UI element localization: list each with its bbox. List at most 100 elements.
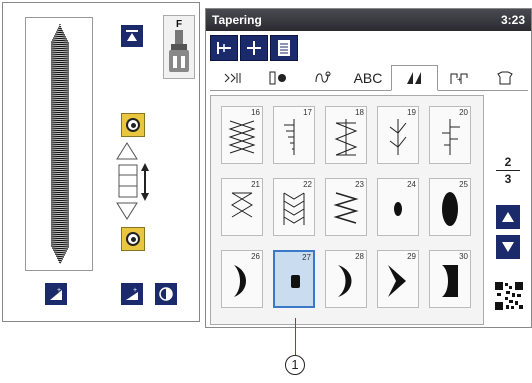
stitch-number: 29 (407, 252, 416, 261)
memo-button[interactable] (270, 35, 298, 61)
stitch-number: 30 (459, 252, 468, 261)
stitch-pattern-icon (334, 119, 358, 156)
tab-abc[interactable]: ABC (345, 65, 390, 91)
stitch-number: 24 (407, 180, 416, 189)
tapering-icon (407, 72, 422, 84)
tab-utility[interactable] (210, 65, 255, 91)
stitch-cell[interactable]: 23 (325, 178, 367, 236)
page-indicator: 2 3 (496, 155, 520, 186)
arrow-up-icon (502, 212, 514, 222)
stitch-cell[interactable]: 22 (273, 178, 315, 236)
stitch-pattern-icon (338, 265, 352, 297)
stitch-pattern-icon (283, 192, 305, 225)
stitch-cell[interactable]: 25 (429, 178, 471, 236)
stitch-length-button[interactable] (240, 35, 268, 61)
svg-text:+: + (457, 75, 462, 84)
stitch-cell[interactable]: 19 (377, 106, 419, 164)
decorative-stitch-icon (315, 71, 331, 83)
stitch-number: 25 (459, 180, 468, 189)
stitch-preview (25, 17, 93, 271)
combination-icon: + (450, 73, 468, 84)
stitch-pattern-icon (231, 192, 253, 218)
stitch-width-button[interactable] (210, 35, 238, 61)
taper-angle-start-button[interactable]: + (45, 283, 67, 305)
stitch-select-panel: Tapering 3:23 ABC + 16 17 18 19 20 21 22… (205, 8, 532, 328)
presser-foot-letter: F (175, 19, 183, 30)
stitch-number: 16 (251, 108, 260, 117)
stitch-cell[interactable]: 27 (273, 250, 315, 308)
page-current: 2 (504, 155, 512, 169)
stitch-cell[interactable]: 26 (221, 250, 263, 308)
mirror-button[interactable] (155, 283, 177, 305)
svg-text:+: + (57, 287, 61, 294)
taper-end-toggle[interactable] (121, 227, 145, 251)
toolbar (210, 35, 298, 61)
tab-memory[interactable] (483, 65, 528, 91)
stitch-pattern-icon (394, 202, 402, 216)
memory-icon (497, 71, 514, 85)
stitch-pattern-icon (333, 192, 359, 224)
svg-text:+: + (133, 287, 137, 294)
stitch-cell[interactable]: 18 (325, 106, 367, 164)
stitch-grid: 16 17 18 19 20 21 22 23 24 25 26 27 28 29 30 (210, 95, 484, 325)
stitch-length-icon (247, 41, 261, 55)
tapered-stitch-preview-icon (50, 24, 70, 264)
arrow-down-icon (502, 242, 514, 252)
qr-code-icon[interactable] (494, 281, 524, 311)
stitch-pattern-icon (234, 265, 246, 297)
stitch-start-button[interactable] (121, 25, 143, 47)
category-tabs: ABC + (210, 65, 528, 91)
stitch-number: 18 (355, 108, 364, 117)
stitch-number: 19 (407, 108, 416, 117)
stitch-cell[interactable]: 29 (377, 250, 419, 308)
stitch-cell[interactable]: 21 (221, 178, 263, 236)
taper-start-toggle[interactable] (121, 113, 145, 137)
stitch-cell[interactable]: 28 (325, 250, 367, 308)
taper-end-icon: + (126, 287, 138, 300)
stitch-pattern-icon (284, 119, 295, 155)
memo-icon (278, 40, 290, 56)
title-bar: Tapering 3:23 (206, 9, 531, 31)
stitch-number: 26 (251, 252, 260, 261)
stitch-pattern-icon (388, 265, 406, 297)
stitch-cell[interactable]: 17 (273, 106, 315, 164)
stitch-number: 27 (302, 253, 311, 262)
arrow-up-bar-icon (126, 30, 138, 41)
stitch-number: 23 (355, 180, 364, 189)
clock: 3:23 (500, 13, 525, 27)
taper-start-icon: + (50, 287, 62, 300)
pager: 2 3 (488, 95, 528, 325)
presser-foot-indicator: F (163, 15, 195, 79)
page-total: 3 (504, 172, 512, 186)
screen-title: Tapering (212, 13, 262, 27)
stitch-width-icon (217, 42, 231, 54)
stitch-cell[interactable]: 20 (429, 106, 471, 164)
utility-stitch-icon (224, 73, 241, 83)
stitch-cell[interactable]: 30 (429, 250, 471, 308)
stitch-pattern-icon (442, 265, 458, 297)
stitch-number: 20 (459, 108, 468, 117)
mirror-icon (159, 287, 173, 301)
presser-foot-icon (169, 30, 189, 72)
page-down-button[interactable] (496, 235, 520, 259)
taper-angle-end-button[interactable]: + (121, 283, 143, 305)
stitch-pattern-icon (228, 120, 256, 154)
tab-buttonhole[interactable] (255, 65, 300, 91)
stitch-pattern-icon (389, 119, 407, 155)
tab-tapering[interactable] (390, 65, 438, 91)
stitch-pattern-icon (442, 192, 458, 226)
stitch-number: 28 (355, 252, 364, 261)
stitch-pattern-icon (291, 275, 300, 288)
callout-line (295, 318, 296, 358)
buttonhole-icon (269, 71, 286, 85)
stitch-cell[interactable]: 24 (377, 178, 419, 236)
stitch-preview-panel: F + + (2, 2, 200, 322)
page-up-button[interactable] (496, 205, 520, 229)
stitch-number: 21 (251, 180, 260, 189)
tab-decorative[interactable] (300, 65, 345, 91)
tab-combination[interactable]: + (438, 65, 483, 91)
callout-marker: 1 (285, 355, 305, 375)
stitch-number: 17 (303, 108, 312, 117)
stitch-cell[interactable]: 16 (221, 106, 263, 164)
taper-length-adjust-icon (116, 142, 149, 220)
